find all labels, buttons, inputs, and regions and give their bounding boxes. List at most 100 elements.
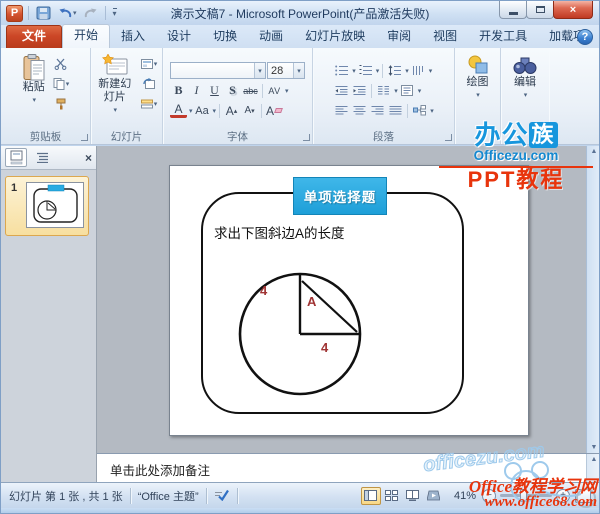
theme-name[interactable]: “Office 主题” — [138, 488, 199, 504]
font-dialog-launcher-icon[interactable] — [303, 134, 310, 141]
text-shadow-button[interactable]: S — [224, 82, 241, 99]
slideshow-button[interactable] — [424, 487, 444, 505]
columns-button[interactable] — [375, 82, 392, 99]
grow-font-button[interactable]: A ▴ — [223, 102, 240, 119]
change-case-button[interactable]: Aa — [194, 102, 211, 119]
section-button[interactable]: ▾ — [139, 95, 160, 112]
clear-formatting-button[interactable]: A — [265, 102, 283, 119]
smartart-convert-button[interactable] — [411, 102, 428, 119]
scroll-down-icon[interactable]: ▼ — [591, 444, 598, 451]
tab-home[interactable]: 开始 — [62, 24, 111, 49]
close-panel-icon[interactable]: × — [85, 151, 92, 165]
new-slide-button[interactable]: 新建幻灯片 ▾ — [94, 51, 136, 128]
format-painter-button[interactable] — [51, 95, 72, 112]
zoom-slider[interactable] — [500, 489, 552, 502]
font-name-select[interactable]: ▾ — [170, 62, 266, 79]
zoom-out-button[interactable]: − — [482, 488, 496, 503]
circle-triangle-figure[interactable] — [236, 270, 364, 398]
maximize-button[interactable] — [526, 1, 554, 19]
reading-view-button[interactable] — [403, 487, 423, 505]
paste-dropdown-icon[interactable]: ▾ — [32, 94, 36, 107]
numbering-button[interactable] — [357, 62, 374, 79]
help-button[interactable]: ? — [577, 29, 593, 45]
font-color-button[interactable]: A — [170, 102, 187, 118]
zoom-in-button[interactable]: + — [556, 488, 570, 503]
drawing-dropdown-icon[interactable]: ▾ — [476, 89, 480, 102]
slide-sorter-button[interactable] — [382, 487, 402, 505]
undo-dropdown-icon[interactable]: ▾ — [73, 9, 77, 17]
layout-icon — [140, 58, 153, 69]
minimize-button[interactable] — [499, 1, 527, 19]
slide-layout-button[interactable]: ▾ — [139, 55, 160, 72]
tab-developer[interactable]: 开发工具 — [468, 26, 538, 48]
tab-animations[interactable]: 动画 — [248, 26, 294, 48]
tab-slideshow[interactable]: 幻灯片放映 — [294, 26, 376, 48]
justify-button[interactable] — [387, 102, 404, 119]
bold-button[interactable]: B — [170, 82, 187, 99]
figure-label-leg-right: 4 — [321, 340, 329, 355]
text-direction-button[interactable] — [410, 62, 427, 79]
paste-button[interactable]: 粘贴 ▾ — [20, 51, 48, 128]
powerpoint-logo-icon[interactable]: P — [6, 4, 23, 22]
reset-slide-button[interactable] — [139, 75, 160, 92]
tab-view[interactable]: 视图 — [422, 26, 468, 48]
change-case-dropdown-icon[interactable]: ▾ — [213, 107, 217, 115]
bullets-button[interactable] — [333, 62, 350, 79]
underline-button[interactable]: U — [206, 82, 223, 99]
notes-scroll-up-icon[interactable]: ▲ — [591, 456, 598, 482]
tab-transitions[interactable]: 切换 — [202, 26, 248, 48]
slide-canvas[interactable]: 单项选择题 求出下图斜边A的长度 4 A 4 — [169, 165, 529, 436]
copy-button[interactable]: ▾ — [51, 75, 72, 92]
font-size-select[interactable]: 28 ▾ — [267, 62, 305, 79]
undo-button[interactable]: ▾ — [56, 4, 79, 22]
slides-tab[interactable] — [5, 148, 27, 167]
font-name-dropdown-icon[interactable]: ▾ — [254, 63, 265, 78]
italic-button[interactable]: I — [188, 82, 205, 99]
tab-design[interactable]: 设计 — [156, 26, 202, 48]
outline-tab[interactable] — [31, 148, 53, 167]
strikethrough-button[interactable]: abc — [242, 82, 259, 99]
slide-title-banner[interactable]: 单项选择题 — [293, 177, 387, 215]
notes-scrollbar[interactable]: ▲ — [586, 454, 599, 482]
cut-button[interactable] — [51, 55, 72, 72]
line-spacing-button[interactable] — [386, 62, 403, 79]
zoom-slider-thumb[interactable] — [520, 489, 527, 502]
increase-indent-button[interactable] — [351, 82, 368, 99]
notes-placeholder[interactable]: 单击此处添加备注 — [110, 460, 210, 479]
redo-button[interactable] — [82, 4, 100, 22]
character-spacing-button[interactable]: AV — [266, 82, 283, 99]
notes-pane[interactable]: 单击此处添加备注 ▲ — [97, 453, 599, 482]
drawing-button[interactable]: 绘图 ▾ — [463, 51, 493, 128]
tab-insert[interactable]: 插入 — [110, 26, 156, 48]
align-right-button[interactable] — [369, 102, 386, 119]
zoom-percentage[interactable]: 41% — [454, 490, 476, 502]
slide-counter[interactable]: 幻灯片 第 1 张 , 共 1 张 — [9, 488, 123, 504]
character-spacing-dropdown-icon[interactable]: ▾ — [285, 87, 289, 95]
font-size-dropdown-icon[interactable]: ▾ — [293, 63, 304, 78]
editing-button[interactable]: 编辑 ▾ — [510, 51, 540, 128]
spell-check-button[interactable] — [214, 488, 230, 504]
scroll-up-icon[interactable]: ▲ — [591, 148, 598, 155]
tab-file[interactable]: 文件 — [6, 25, 63, 48]
slide-question-text[interactable]: 求出下图斜边A的长度 — [214, 222, 345, 242]
align-center-button[interactable] — [351, 102, 368, 119]
align-text-button[interactable] — [399, 82, 416, 99]
qat-customize-button[interactable]: ▾ — [111, 4, 119, 22]
editing-label: 编辑 — [514, 76, 536, 88]
paragraph-dialog-launcher-icon[interactable] — [445, 134, 452, 141]
editor-vertical-scrollbar[interactable]: ▲ ▼ — [586, 146, 599, 453]
clipboard-dialog-launcher-icon[interactable] — [81, 134, 88, 141]
fit-to-window-button[interactable] — [575, 488, 591, 503]
decrease-indent-button[interactable] — [333, 82, 350, 99]
new-slide-dropdown-icon[interactable]: ▾ — [113, 104, 117, 117]
slide-thumbnail-item[interactable]: 1 — [5, 176, 89, 236]
close-button[interactable]: × — [553, 1, 593, 19]
font-color-dropdown-icon[interactable]: ▾ — [189, 107, 193, 115]
shrink-font-button[interactable]: A ▾ — [241, 102, 258, 119]
save-button[interactable] — [34, 4, 53, 22]
normal-view-button[interactable] — [360, 486, 381, 505]
editing-dropdown-icon[interactable]: ▾ — [524, 89, 528, 102]
align-left-button[interactable] — [333, 102, 350, 119]
ribbon-collapse-icon[interactable]: ▵ — [566, 32, 571, 43]
tab-review[interactable]: 审阅 — [376, 26, 422, 48]
